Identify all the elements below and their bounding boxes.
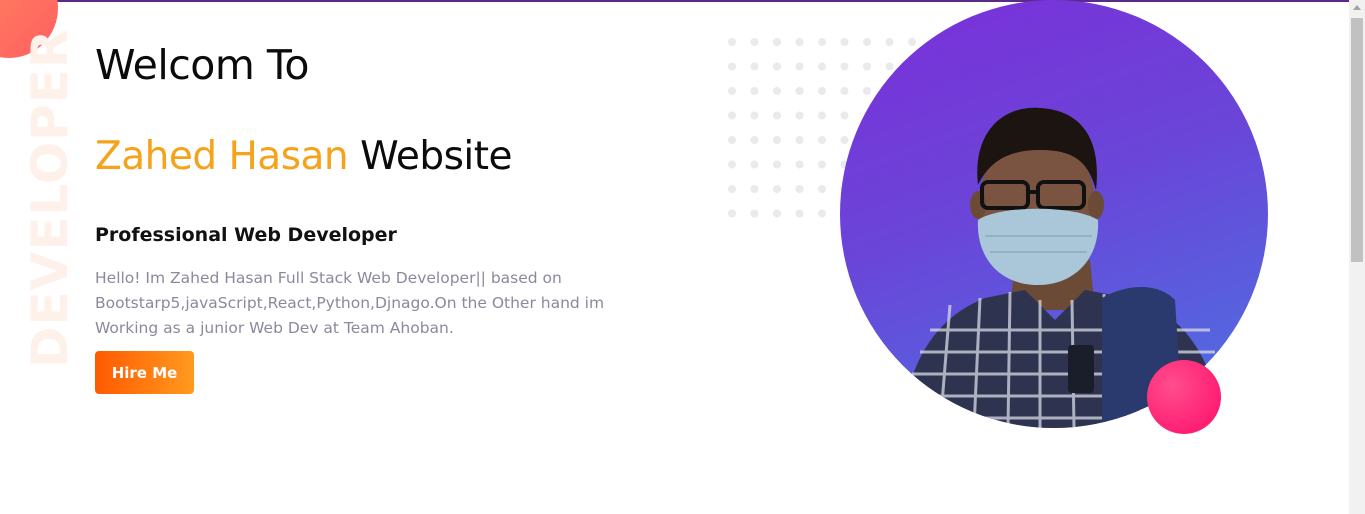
vertical-watermark-text: DEVELOPER [21, 28, 79, 368]
portrait-photo [900, 107, 1222, 428]
decorative-pink-circle [1147, 360, 1221, 434]
page-scrollbar[interactable] [1349, 0, 1365, 514]
hero-title-welcome: Welcom To [95, 41, 310, 89]
scroll-up-arrow-icon[interactable] [1353, 5, 1361, 10]
hero-title-website: Website [360, 134, 513, 179]
hero-title-name: Zahed Hasan Website [95, 132, 655, 182]
hero-name-highlight: Zahed Hasan [95, 134, 349, 179]
hero-bio: Hello! Im Zahed Hasan Full Stack Web Dev… [95, 269, 605, 337]
hero-subtitle: Professional Web Developer [95, 224, 397, 246]
portrait-circle [840, 0, 1268, 428]
portrait [840, 0, 1270, 434]
hero-intro: Welcom To Zahed Hasan Website Profession… [95, 40, 655, 394]
hire-me-button[interactable]: Hire Me [95, 351, 194, 394]
scrollbar-thumb[interactable] [1351, 18, 1363, 262]
